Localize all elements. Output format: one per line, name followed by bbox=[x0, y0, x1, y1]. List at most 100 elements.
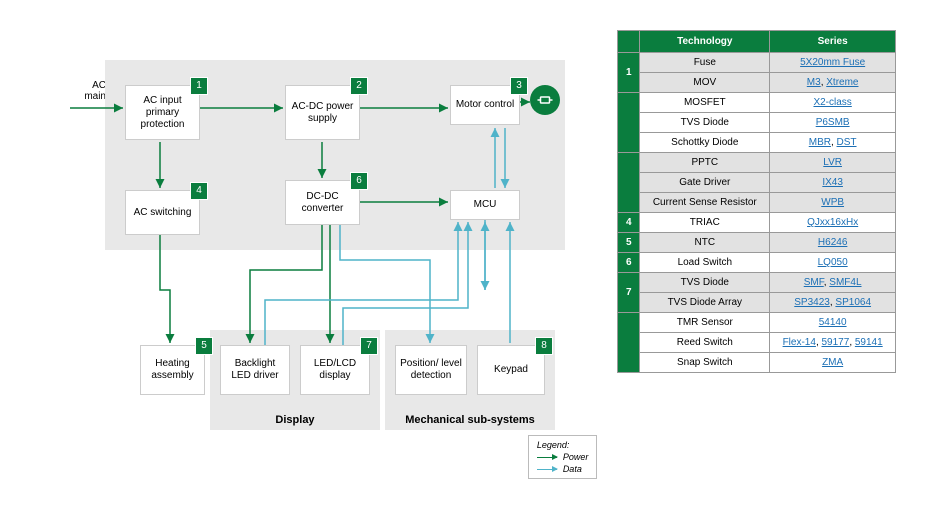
table-row: MOSFET X2-class bbox=[618, 93, 896, 113]
table-group-number: 4 bbox=[618, 213, 640, 233]
table-group-number bbox=[618, 93, 640, 153]
table-series-cell: SMF, SMF4L bbox=[770, 273, 896, 293]
table-series-cell: ZMA bbox=[770, 353, 896, 373]
series-link[interactable]: Flex-14 bbox=[783, 337, 816, 348]
table-header-tech: Technology bbox=[640, 31, 770, 53]
table-row: 1Fuse5X20mm Fuse bbox=[618, 53, 896, 73]
series-link[interactable]: M3 bbox=[807, 77, 821, 88]
table-tech-cell: NTC bbox=[640, 233, 770, 253]
block-badge: 2 bbox=[350, 77, 368, 95]
table-group-number bbox=[618, 313, 640, 373]
block-position-level-detection: Position/ level detection bbox=[395, 345, 467, 395]
series-link[interactable]: SMF bbox=[804, 277, 824, 288]
series-link[interactable]: P6SMB bbox=[816, 117, 850, 128]
legend-data-swatch bbox=[537, 469, 557, 470]
series-link[interactable]: MBR bbox=[809, 137, 831, 148]
table-row: 6Load SwitchLQ050 bbox=[618, 253, 896, 273]
block-label: Position/ level detection bbox=[400, 358, 462, 382]
series-link[interactable]: ZMA bbox=[822, 357, 843, 368]
table-series-cell: MBR, DST bbox=[770, 133, 896, 153]
block-heating-assembly: Heating assembly 5 bbox=[140, 345, 205, 395]
table-row: Gate DriverIX43 bbox=[618, 173, 896, 193]
block-badge: 3 bbox=[510, 77, 528, 95]
table-group-number: 1 bbox=[618, 53, 640, 93]
legend-data-label: Data bbox=[563, 464, 582, 474]
series-link[interactable]: 59177 bbox=[822, 337, 850, 348]
series-link[interactable]: SMF4L bbox=[829, 277, 861, 288]
story-display-label: Display bbox=[210, 414, 380, 426]
table-row: 7TVS DiodeSMF, SMF4L bbox=[618, 273, 896, 293]
table-series-cell: X2-class bbox=[770, 93, 896, 113]
table-series-cell: M3, Xtreme bbox=[770, 73, 896, 93]
block-label: AC switching bbox=[134, 207, 192, 219]
block-label: AC input primary protection bbox=[130, 95, 195, 131]
table-header-num bbox=[618, 31, 640, 53]
series-link[interactable]: SP3423 bbox=[794, 297, 830, 308]
table-tech-cell: TMR Sensor bbox=[640, 313, 770, 333]
legend-title: Legend: bbox=[537, 440, 589, 450]
series-link[interactable]: LVR bbox=[823, 157, 842, 168]
table-tech-cell: PPTC bbox=[640, 153, 770, 173]
block-label: Motor control bbox=[456, 99, 514, 111]
table-tech-cell: TRIAC bbox=[640, 213, 770, 233]
ac-main-label: AC main bbox=[68, 80, 106, 102]
table-series-cell: Flex-14, 59177, 59141 bbox=[770, 333, 896, 353]
table-row: Current Sense Resistor WPB bbox=[618, 193, 896, 213]
block-ac-dc-power-supply: AC-DC power supply 2 bbox=[285, 85, 360, 140]
table-tech-cell: Current Sense Resistor bbox=[640, 193, 770, 213]
block-label: Heating assembly bbox=[145, 358, 200, 382]
table-row: MOVM3, Xtreme bbox=[618, 73, 896, 93]
block-label: Keypad bbox=[494, 364, 528, 376]
table-row: Schottky DiodeMBR, DST bbox=[618, 133, 896, 153]
table-series-cell: SP3423, SP1064 bbox=[770, 293, 896, 313]
block-ac-switching: AC switching 4 bbox=[125, 190, 200, 235]
table-tech-cell: Schottky Diode bbox=[640, 133, 770, 153]
block-led-lcd-display: LED/LCD display 7 bbox=[300, 345, 370, 395]
block-dc-dc-converter: DC-DC converter 6 bbox=[285, 180, 360, 225]
series-link[interactable]: QJxx16xHx bbox=[807, 217, 858, 228]
block-ac-input-protection: AC input primary protection 1 bbox=[125, 85, 200, 140]
table-row: Snap SwitchZMA bbox=[618, 353, 896, 373]
table-series-cell: H6246 bbox=[770, 233, 896, 253]
legend-power-label: Power bbox=[563, 452, 589, 462]
table-row: Reed SwitchFlex-14, 59177, 59141 bbox=[618, 333, 896, 353]
table-series-cell: 54140 bbox=[770, 313, 896, 333]
block-badge: 6 bbox=[350, 172, 368, 190]
block-label: MCU bbox=[474, 199, 497, 211]
series-link[interactable]: DST bbox=[837, 137, 857, 148]
block-label: Backlight LED driver bbox=[225, 358, 285, 382]
series-link[interactable]: X2-class bbox=[813, 97, 851, 108]
series-link[interactable]: SP1064 bbox=[835, 297, 871, 308]
series-link[interactable]: 54140 bbox=[819, 317, 847, 328]
series-link[interactable]: Xtreme bbox=[826, 77, 858, 88]
series-link[interactable]: LQ050 bbox=[818, 257, 848, 268]
series-link[interactable]: H6246 bbox=[818, 237, 847, 248]
table-tech-cell: Reed Switch bbox=[640, 333, 770, 353]
table-tech-cell: TVS Diode Array bbox=[640, 293, 770, 313]
table-series-cell: IX43 bbox=[770, 173, 896, 193]
table-row: PPTC LVR bbox=[618, 153, 896, 173]
table-tech-cell: Fuse bbox=[640, 53, 770, 73]
block-motor-control: Motor control 3 bbox=[450, 85, 520, 125]
table-group-number bbox=[618, 153, 640, 213]
table-row: 4TRIAC QJxx16xHx bbox=[618, 213, 896, 233]
series-link[interactable]: 5X20mm Fuse bbox=[800, 57, 865, 68]
table-row: TMR Sensor 54140 bbox=[618, 313, 896, 333]
table-series-cell: P6SMB bbox=[770, 113, 896, 133]
block-diagram: AC main Display Mechanical sub-systems bbox=[40, 30, 597, 470]
block-label: LED/LCD display bbox=[305, 358, 365, 382]
series-link[interactable]: IX43 bbox=[822, 177, 843, 188]
table-tech-cell: TVS Diode bbox=[640, 273, 770, 293]
table-tech-cell: MOV bbox=[640, 73, 770, 93]
block-badge: 5 bbox=[195, 337, 213, 355]
series-link[interactable]: 59141 bbox=[855, 337, 883, 348]
block-mcu: MCU bbox=[450, 190, 520, 220]
table-tech-cell: MOSFET bbox=[640, 93, 770, 113]
table-series-cell: LQ050 bbox=[770, 253, 896, 273]
story-mech-label: Mechanical sub-systems bbox=[385, 414, 555, 426]
legend-box: Legend: Power Data bbox=[528, 435, 598, 479]
legend-power-swatch bbox=[537, 457, 557, 458]
series-link[interactable]: WPB bbox=[821, 197, 844, 208]
table-series-cell: LVR bbox=[770, 153, 896, 173]
table-tech-cell: TVS Diode bbox=[640, 113, 770, 133]
